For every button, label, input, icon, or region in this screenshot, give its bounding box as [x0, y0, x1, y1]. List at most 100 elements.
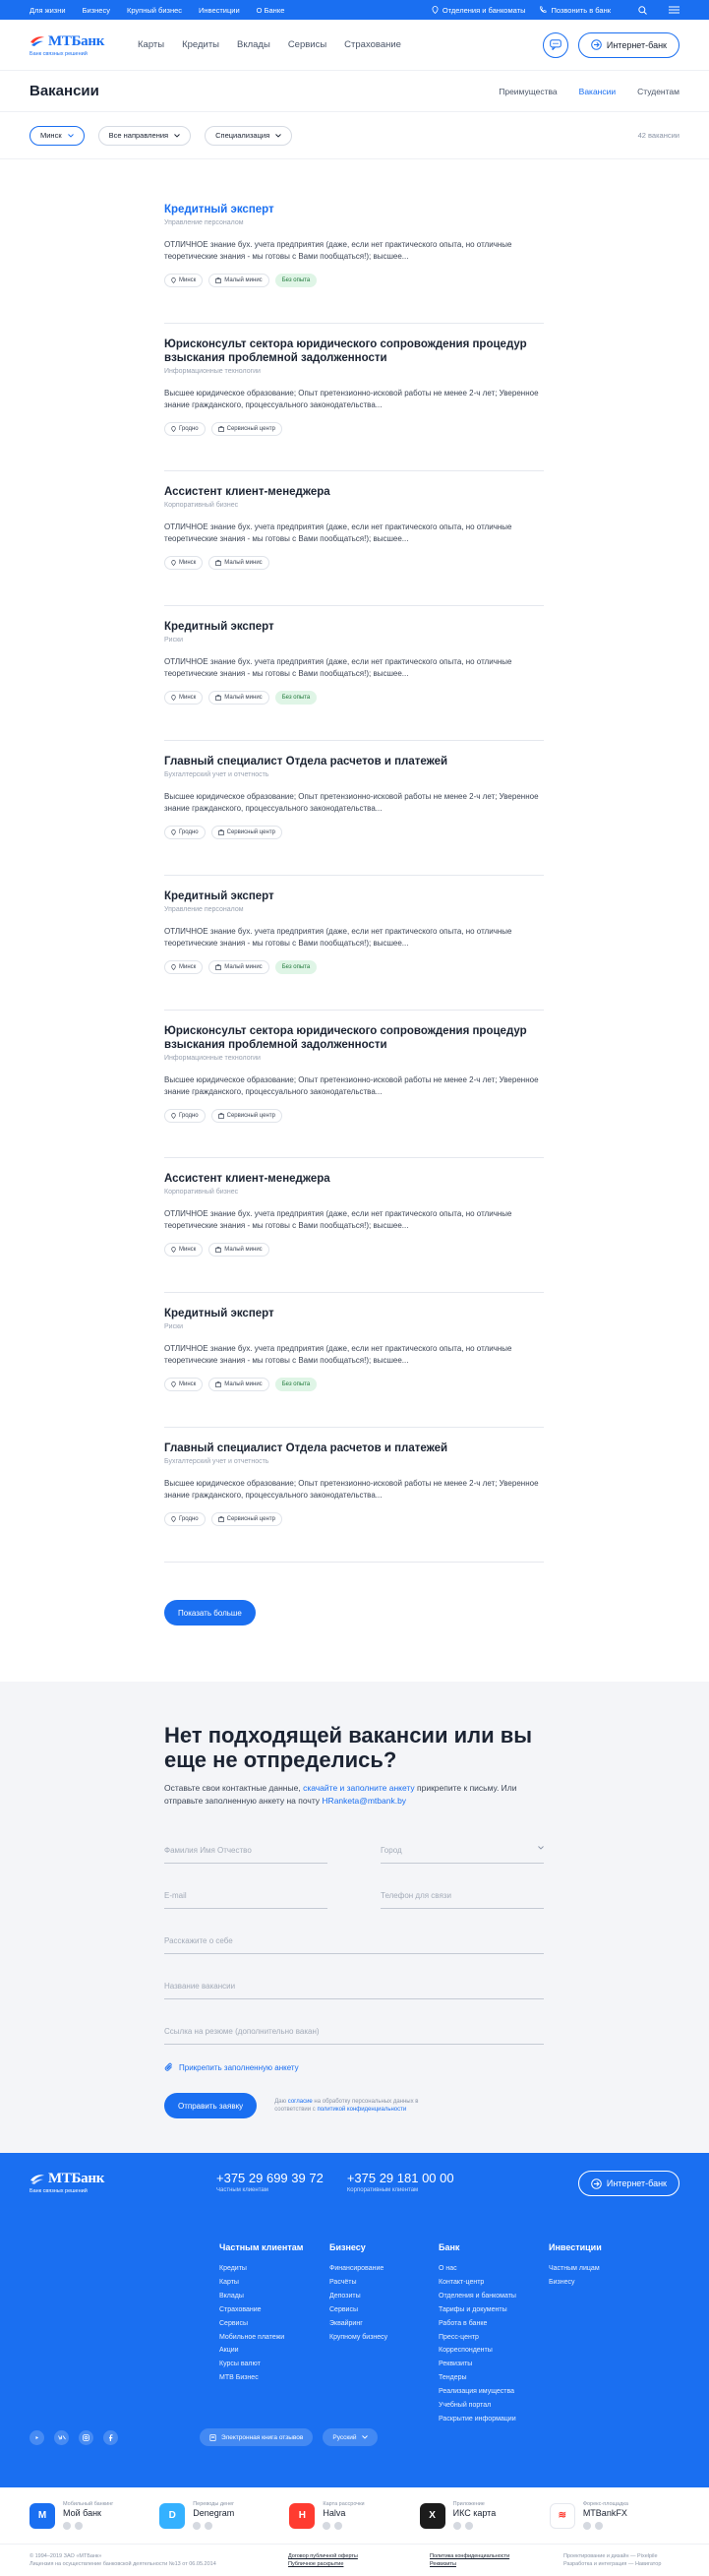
footer-link[interactable]: Работа в банке	[439, 2317, 549, 2331]
city-filter[interactable]: Минск	[30, 125, 85, 146]
vacancy-title[interactable]: Кредитный эксперт	[164, 1307, 544, 1320]
footer-link[interactable]: Раскрытие информации	[439, 2413, 549, 2426]
segment-link[interactable]: Крупный бизнес	[127, 6, 182, 15]
footer-link[interactable]: MTB Бизнес	[219, 2371, 329, 2385]
vacancy-title[interactable]: Кредитный эксперт	[164, 889, 544, 903]
vacancy-title[interactable]: Кредитный эксперт	[164, 620, 544, 634]
feedback-book-button[interactable]: Электронная книга отзывов	[200, 2428, 314, 2446]
call-link[interactable]: Позвонить в банк	[539, 6, 611, 15]
phone-private[interactable]: +375 29 699 39 72 Частным клиентам	[216, 2171, 324, 2193]
vacancy-card[interactable]: Кредитный эксперт Управление персоналом …	[164, 876, 544, 1011]
footer-link[interactable]: Реализация имущества	[439, 2385, 549, 2399]
footer-link[interactable]: Расчёты	[329, 2276, 439, 2290]
vacancy-card[interactable]: Юрисконсульт сектора юридического сопров…	[164, 324, 544, 471]
tab-vacancies[interactable]: Вакансии	[579, 87, 616, 96]
vacancy-card[interactable]: Главный специалист Отдела расчетов и пла…	[164, 741, 544, 876]
footer-link[interactable]: Эквайринг	[329, 2317, 439, 2331]
segment-link[interactable]: Инвестиции	[199, 6, 240, 15]
vacancy-card[interactable]: Кредитный эксперт Риски ОТЛИЧНОЕ знание …	[164, 606, 544, 741]
branches-link[interactable]: Отделения и банкоматы	[432, 6, 525, 15]
tab-students[interactable]: Студентам	[637, 87, 679, 96]
vacancy-card[interactable]: Юрисконсульт сектора юридического сопров…	[164, 1011, 544, 1158]
privacy-policy-link[interactable]: политикой конфиденциальности	[317, 2107, 406, 2113]
app-item[interactable]: X Приложение ИКС карта	[419, 2501, 550, 2530]
footer-link[interactable]: Страхование	[219, 2303, 329, 2317]
vacancy-card[interactable]: Кредитный эксперт Управление персоналом …	[164, 189, 544, 324]
instagram-icon[interactable]	[79, 2429, 93, 2445]
footer-link[interactable]: Бизнесу	[549, 2276, 659, 2290]
footer-link[interactable]: Учебный портал	[439, 2399, 549, 2413]
footer-link[interactable]: Корреспонденты	[439, 2344, 549, 2358]
vacancy-title[interactable]: Главный специалист Отдела расчетов и пла…	[164, 1441, 544, 1455]
vacancy-card[interactable]: Кредитный эксперт Риски ОТЛИЧНОЕ знание …	[164, 1293, 544, 1428]
show-more-button[interactable]: Показать больше	[164, 1600, 256, 1625]
app-store-icon[interactable]	[582, 2522, 591, 2530]
google-play-icon[interactable]	[594, 2522, 603, 2530]
google-play-icon[interactable]	[205, 2522, 213, 2530]
public-disclosure-link[interactable]: Публичное раскрытие	[288, 2561, 343, 2567]
vacancy-title[interactable]: Ассистент клиент-менеджера	[164, 485, 544, 499]
city-select[interactable]: Город	[381, 1846, 544, 1864]
nav-item-cards[interactable]: Карты	[138, 39, 164, 50]
direction-filter[interactable]: Все направления	[97, 125, 192, 146]
vacancy-title[interactable]: Главный специалист Отдела расчетов и пла…	[164, 755, 544, 768]
vacancy-title[interactable]: Кредитный эксперт	[164, 203, 544, 216]
footer-link[interactable]: Карты	[219, 2276, 329, 2290]
google-play-icon[interactable]	[464, 2522, 473, 2530]
segment-link[interactable]: Для жизни	[30, 6, 66, 15]
app-store-icon[interactable]	[323, 2522, 331, 2530]
segment-link[interactable]: О Банке	[257, 6, 285, 15]
app-store-icon[interactable]	[63, 2522, 71, 2530]
footer-link[interactable]: Сервисы	[219, 2317, 329, 2331]
attach-form-button[interactable]: Прикрепить заполненную анкету	[164, 2062, 544, 2072]
internet-bank-button[interactable]: Интернет-банк	[577, 31, 679, 58]
youtube-icon[interactable]	[30, 2429, 44, 2445]
footer-link[interactable]: Крупному бизнесу	[329, 2331, 439, 2345]
facebook-icon[interactable]	[103, 2429, 118, 2445]
footer-link[interactable]: Пресс-центр	[439, 2331, 549, 2345]
footer-link[interactable]: Вклады	[219, 2290, 329, 2303]
app-item[interactable]: ≋ Форекс-площадка MTBankFX	[549, 2501, 679, 2530]
resume-link-field[interactable]: Ссылка на резюме (дополнительно вакан)	[164, 2027, 544, 2045]
footer-link[interactable]: Контакт-центр	[439, 2276, 549, 2290]
privacy-link[interactable]: Политика конфиденциальности	[430, 2553, 509, 2559]
footer-link[interactable]: Тарифы и документы	[439, 2303, 549, 2317]
footer-link[interactable]: Финансирование	[329, 2262, 439, 2276]
fullname-field[interactable]: Фамилия Имя Отчество	[164, 1846, 327, 1864]
footer-link[interactable]: Отделения и банкоматы	[439, 2290, 549, 2303]
specialization-filter[interactable]: Специализация	[205, 125, 293, 146]
app-item[interactable]: D Переводы денег Denegram	[159, 2501, 289, 2530]
vacancy-card[interactable]: Ассистент клиент-менеджера Корпоративный…	[164, 1158, 544, 1293]
footer-link[interactable]: Курсы валют	[219, 2358, 329, 2371]
hr-email-link[interactable]: HRanketa@mtbank.by	[322, 1796, 406, 1806]
app-store-icon[interactable]	[193, 2522, 202, 2530]
footer-link[interactable]: Тендеры	[439, 2371, 549, 2385]
footer-logo[interactable]: МТБанк Банк связных решений	[30, 2171, 108, 2194]
chat-button[interactable]	[542, 31, 568, 58]
footer-link[interactable]: Сервисы	[329, 2303, 439, 2317]
about-field[interactable]: Расскажите о себе	[164, 1936, 544, 1954]
footer-link[interactable]: Частным лицам	[549, 2262, 659, 2276]
vacancy-title[interactable]: Юрисконсульт сектора юридического сопров…	[164, 337, 544, 365]
email-field[interactable]: E-mail	[164, 1891, 327, 1909]
download-form-link[interactable]: скачайте и заполните анкету	[303, 1783, 415, 1793]
phone-field[interactable]: Телефон для связи	[381, 1891, 544, 1909]
nav-item-services[interactable]: Сервисы	[288, 39, 326, 50]
vk-icon[interactable]	[54, 2429, 69, 2445]
public-offer-link[interactable]: Договор публичной оферты	[288, 2553, 358, 2559]
footer-internet-bank-button[interactable]: Интернет-банк	[577, 2171, 679, 2196]
app-item[interactable]: М Мобильный банкинг Мой банк	[30, 2501, 159, 2530]
submit-button[interactable]: Отправить заявку	[164, 2093, 258, 2118]
nav-item-insurance[interactable]: Страхование	[344, 39, 401, 50]
google-play-icon[interactable]	[75, 2522, 83, 2530]
app-store-icon[interactable]	[452, 2522, 461, 2530]
google-play-icon[interactable]	[334, 2522, 343, 2530]
nav-item-deposits[interactable]: Вклады	[237, 39, 270, 50]
tab-benefits[interactable]: Преимущества	[499, 87, 557, 96]
footer-link[interactable]: Кредиты	[219, 2262, 329, 2276]
requisites-link[interactable]: Реквизиты	[430, 2561, 456, 2567]
footer-link[interactable]: Мобильное платежи	[219, 2331, 329, 2345]
segment-link[interactable]: Бизнесу	[83, 6, 110, 15]
language-select[interactable]: Русский	[323, 2428, 378, 2446]
vacancy-card[interactable]: Ассистент клиент-менеджера Корпоративный…	[164, 471, 544, 606]
